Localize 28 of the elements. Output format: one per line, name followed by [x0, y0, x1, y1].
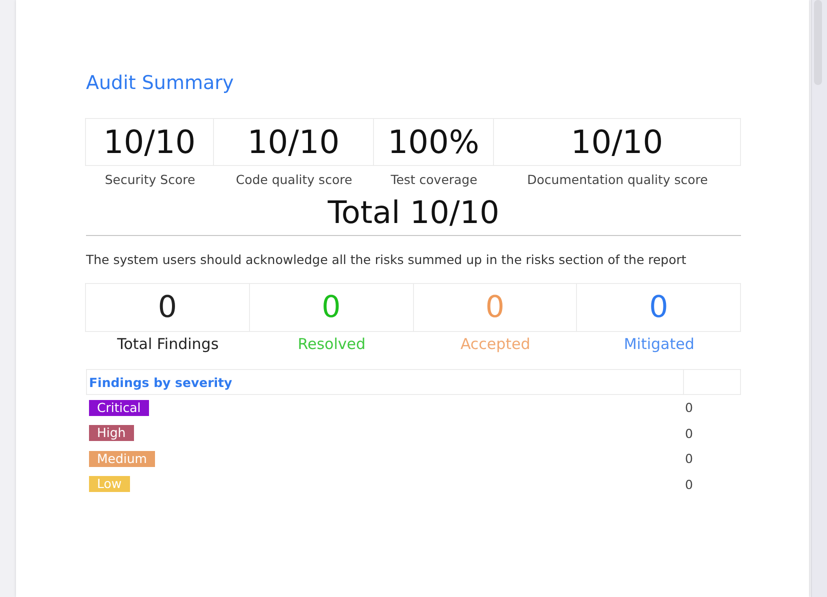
severity-count: 0	[684, 400, 694, 416]
findings-label: Accepted	[459, 334, 532, 353]
score-value: 10/10	[493, 118, 741, 166]
severity-count: 0	[684, 476, 694, 492]
findings-count: 0	[412, 283, 578, 332]
severity-badge: Low	[89, 476, 130, 492]
severity-count: 0	[684, 451, 694, 466]
score-value: 10/10	[213, 118, 374, 166]
findings-count: 0	[85, 283, 250, 332]
severity-badge: Critical	[89, 400, 149, 416]
score-value: 100%	[373, 118, 494, 166]
score-label: Documentation quality score	[526, 171, 709, 187]
score-label: Test coverage	[390, 171, 478, 187]
findings-count: 0	[576, 283, 741, 332]
findings-label: Mitigated	[622, 334, 696, 353]
risk-note: The system users should acknowledge all the risks summed up in the risks section of the report	[86, 252, 688, 267]
findings-label: Resolved	[296, 334, 366, 353]
total-score: Total 10/10	[86, 195, 741, 236]
findings-count: 0	[248, 283, 414, 332]
severity-badge: Medium	[89, 450, 155, 467]
severity-badge: High	[89, 425, 134, 442]
table-heading: Findings by severity	[88, 374, 234, 392]
score-label: Code quality score	[234, 171, 354, 187]
section-title: Audit Summary	[86, 71, 235, 96]
score-value: 10/10	[85, 118, 214, 166]
severity-count: 0	[684, 426, 694, 441]
findings-label: Total Findings	[116, 334, 220, 353]
score-label: Security Score	[104, 171, 196, 187]
